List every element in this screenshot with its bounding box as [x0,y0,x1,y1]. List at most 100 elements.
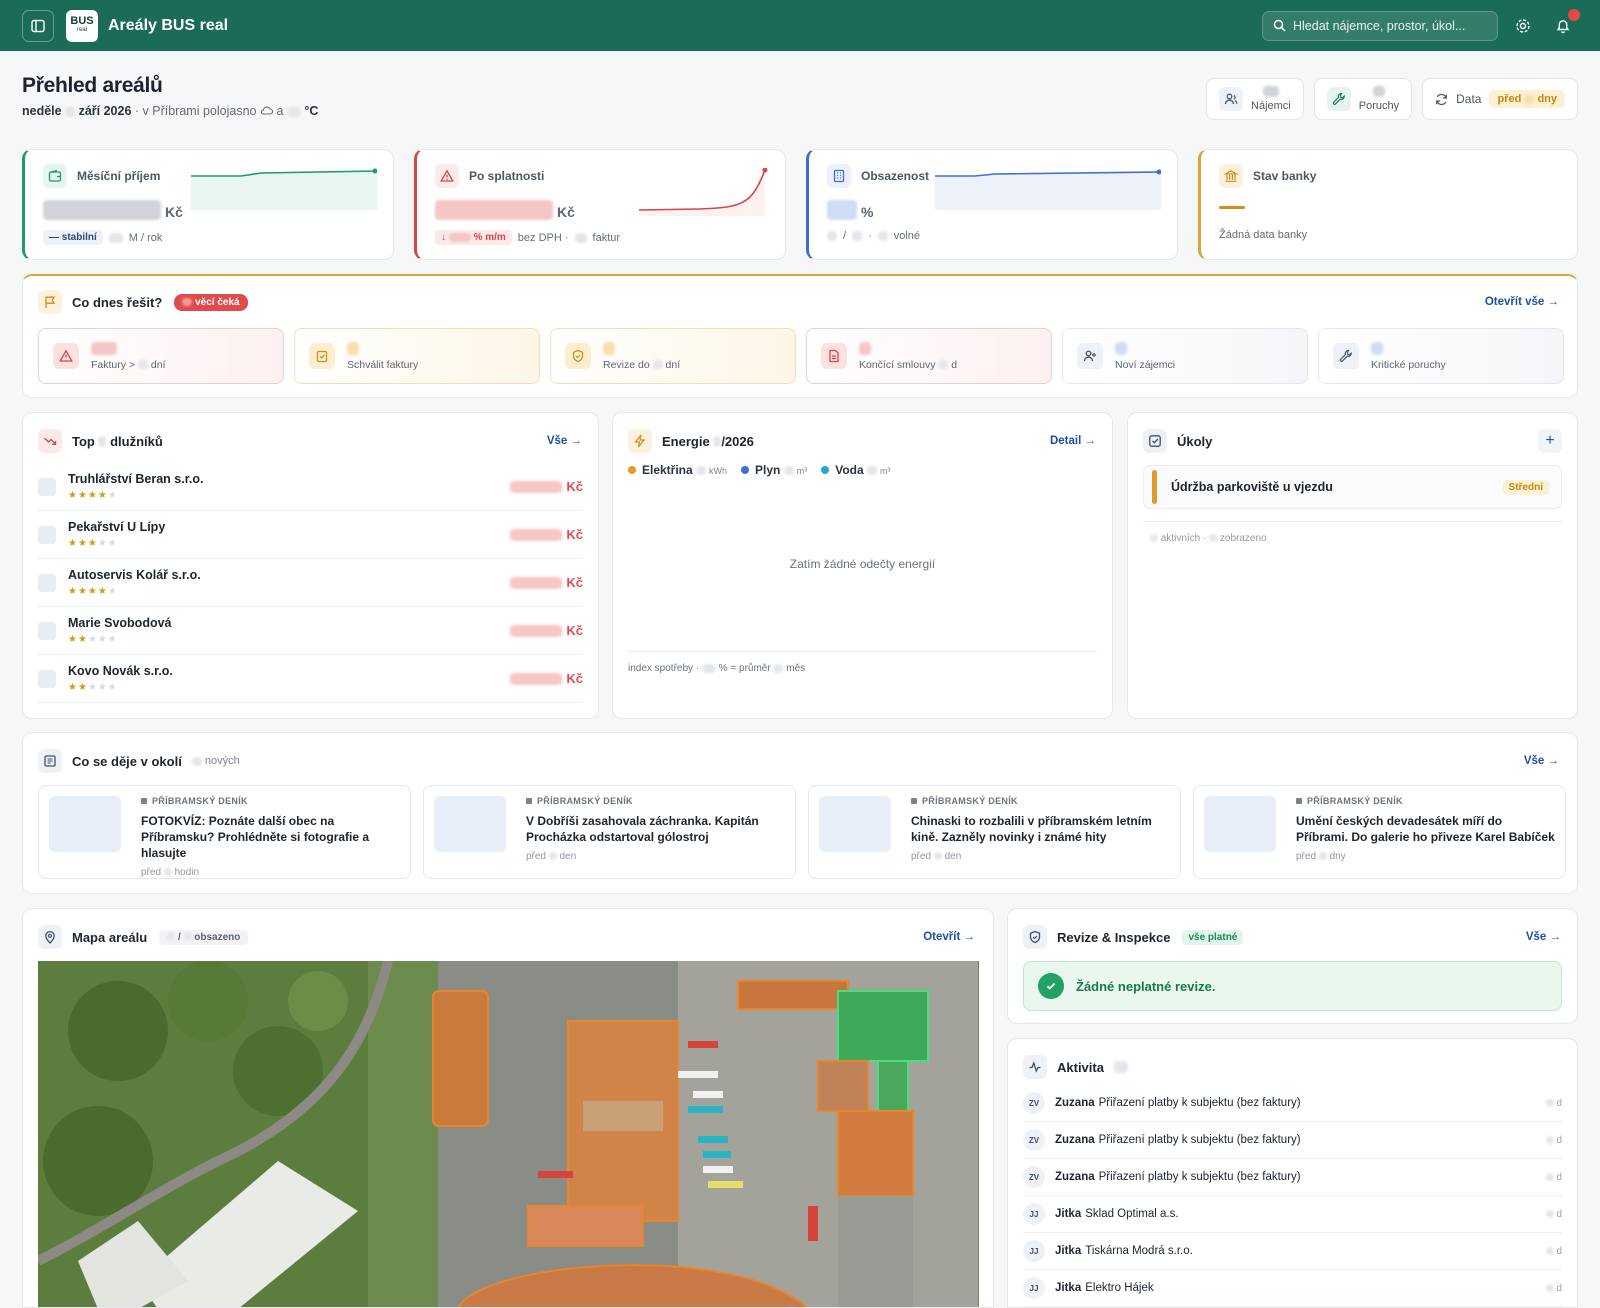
news-time: před dny [1296,851,1346,862]
energy-panel: Energie /2026 Detail → Elektřina kWh Ply… [612,412,1113,719]
check-circle-icon [1038,973,1064,999]
rating-stars: ★★★★★ [68,538,118,549]
kpi-occupancy[interactable]: Obsazenost % / · volné [806,149,1178,260]
all-valid-badge: vše platné [1182,929,1244,945]
activity-age: d [1545,1172,1562,1183]
search-input[interactable]: Hledat nájemce, prostor, úkol... [1262,10,1498,41]
building-icon [827,164,851,188]
news-thumbnail [1204,796,1276,852]
today-panel: Co dnes řešit? věcí čeká Otevřít vše → F… [22,274,1578,398]
tile-revisions-due[interactable]: Revize do dní [550,328,796,384]
notifications-button[interactable] [1548,8,1580,41]
news-headline: Umění českých devadesátek míří do Příbra… [1296,814,1555,844]
news-thumbnail [49,796,121,852]
priority-badge: Střední [1502,479,1549,495]
tile-new-prospects[interactable]: Noví zájemci [1062,328,1308,384]
user-avatar: JJ [1023,1203,1045,1225]
rating-stars: ★★★★★ [68,634,118,645]
news-card[interactable]: PŘÍBRAMSKÝ DENÍK FOTOKVÍZ: Poznáte další … [38,785,411,879]
debtor-row[interactable]: Autoservis Kolář s.r.o. ★★★★★ Kč [38,559,583,607]
map-panel: Mapa areálu / obsazeno Otevřít → [22,908,994,1308]
debtor-row[interactable]: Truhlářství Beran s.r.o. ★★★★★ Kč [38,463,583,511]
cloud-icon [260,106,273,115]
faults-chip[interactable]: Poruchy [1313,78,1413,120]
flag-icon [38,290,62,314]
kpi-overdue[interactable]: Po splatnosti Kč ↓ % m/m bez DPH · faktur [414,149,786,260]
debtor-row[interactable]: Marie Svobodová ★★★★★ Kč [38,607,583,655]
debtors-panel: Top dlužníků Vše → Truhlářství Beran s.r… [22,412,599,719]
notification-dot [1568,8,1580,21]
debtor-name: Autoservis Kolář s.r.o. [68,568,201,582]
activity-row[interactable]: JJ Jitka Tiskárna Modrá s.r.o. d [1023,1233,1562,1270]
kpi-bank[interactable]: Stav banky Žádná data banky [1198,149,1578,260]
tile-approve-invoices[interactable]: Schválit faktury [294,328,540,384]
map-open-link[interactable]: Otevřít → [923,931,975,943]
energy-legend: Elektřina kWh Plyn m³ Voda m³ [628,463,891,477]
activity-row[interactable]: ZV Zuzana Přiřazení platby k subjektu (bez… [1023,1122,1562,1159]
lightning-icon [628,429,652,453]
document-icon [821,343,847,369]
user-avatar: JJ [1023,1277,1045,1299]
sidebar-icon [31,19,45,32]
revisions-all-link[interactable]: Vše → [1526,931,1561,943]
news-panel: Co se děje v okolí nových Vše → PŘÍBRAMS… [22,732,1578,894]
top-bar: BUS real Areály BUS real Hledat nájemce, … [0,0,1600,51]
tile-critical-faults[interactable]: Kritické poruchy [1318,328,1564,384]
news-source: PŘÍBRAMSKÝ DENÍK [141,796,400,806]
activity-text: Tiskárna Modrá s.r.o. [1085,1245,1193,1257]
add-task-button[interactable]: + [1538,429,1562,453]
tasks-panel: Úkoly + Údržba parkoviště u vjezdu Střed… [1127,412,1578,719]
activity-age: d [1545,1283,1562,1294]
priority-bar [1152,470,1157,504]
activity-user: Zuzana [1055,1097,1095,1109]
task-item[interactable]: Údržba parkoviště u vjezdu Střední [1143,465,1562,509]
warning-icon [435,164,459,188]
rating-stars: ★★★★★ [68,586,118,597]
tenants-chip[interactable]: Nájemci [1206,78,1304,120]
settings-button[interactable] [1508,11,1538,41]
activity-text: Přiřazení platby k subjektu (bez faktury… [1098,1171,1301,1183]
shield-icon [565,343,591,369]
news-time: před den [526,851,577,862]
refresh-icon [1436,93,1448,105]
news-card[interactable]: PŘÍBRAMSKÝ DENÍK Umění českých devadesáte… [1193,785,1566,879]
app-title: Areály BUS real [108,16,229,34]
site-aerial-map[interactable] [38,961,979,1308]
tile-ending-contracts[interactable]: Končící smlouvy d [806,328,1052,384]
income-sparkline [191,168,377,210]
debtors-all-link[interactable]: Vše → [547,435,582,447]
trending-down-icon [38,429,62,453]
debtor-row[interactable]: Kovo Novák s.r.o. ★★★★★ Kč [38,655,583,703]
activity-user: Jitka [1055,1245,1082,1257]
open-all-link[interactable]: Otevřít vše → [1485,296,1559,308]
sidebar-toggle-button[interactable] [22,9,54,42]
users-icon [1219,87,1244,111]
news-card[interactable]: PŘÍBRAMSKÝ DENÍK V Dobříši zasahovala zác… [423,785,796,879]
gear-icon [1516,18,1530,33]
activity-row[interactable]: ZV Zuzana Přiřazení platby k subjektu (bez… [1023,1085,1562,1122]
activity-row[interactable]: JJ Jitka Elektro Hájek d [1023,1270,1562,1307]
rating-stars: ★★★★★ [68,490,118,501]
trend-badge: — stabilní [43,230,103,245]
debtor-amount: Kč [510,623,583,638]
debtor-name: Kovo Novák s.r.o. [68,664,173,678]
clipboard-check-icon [309,343,335,369]
data-age-badge: před dny [1489,90,1565,108]
energy-detail-link[interactable]: Detail → [1050,435,1096,447]
news-card[interactable]: PŘÍBRAMSKÝ DENÍK Chinaski to rozbalili v … [808,785,1181,879]
debtor-row[interactable]: Pekařství U Lípy ★★★★★ Kč [38,511,583,559]
page-subtitle: neděle září 2026 · v Příbrami polojasno … [22,104,319,118]
tile-overdue-invoices[interactable]: Faktury > dní [38,328,284,384]
news-thumbnail [434,796,506,852]
wallet-icon [43,164,67,188]
activity-row[interactable]: JJ Jitka Sklad Optimal a.s. d [1023,1196,1562,1233]
debtor-name: Truhlářství Beran s.r.o. [68,472,204,486]
kpi-monthly-income[interactable]: Měsíční příjem Kč — stabilní M / rok [22,149,394,260]
data-sync-chip[interactable]: Data před dny [1422,78,1578,120]
activity-row[interactable]: ZV Zuzana Přiřazení platby k subjektu (bez… [1023,1159,1562,1196]
trend-badge: ↓ % m/m [435,230,512,245]
news-all-link[interactable]: Vše → [1524,755,1559,767]
app-logo[interactable]: BUS real [66,9,98,42]
debtors-list: Truhlářství Beran s.r.o. ★★★★★ Kč Pekařství… [38,463,583,703]
bank-empty-dash [1219,206,1245,209]
